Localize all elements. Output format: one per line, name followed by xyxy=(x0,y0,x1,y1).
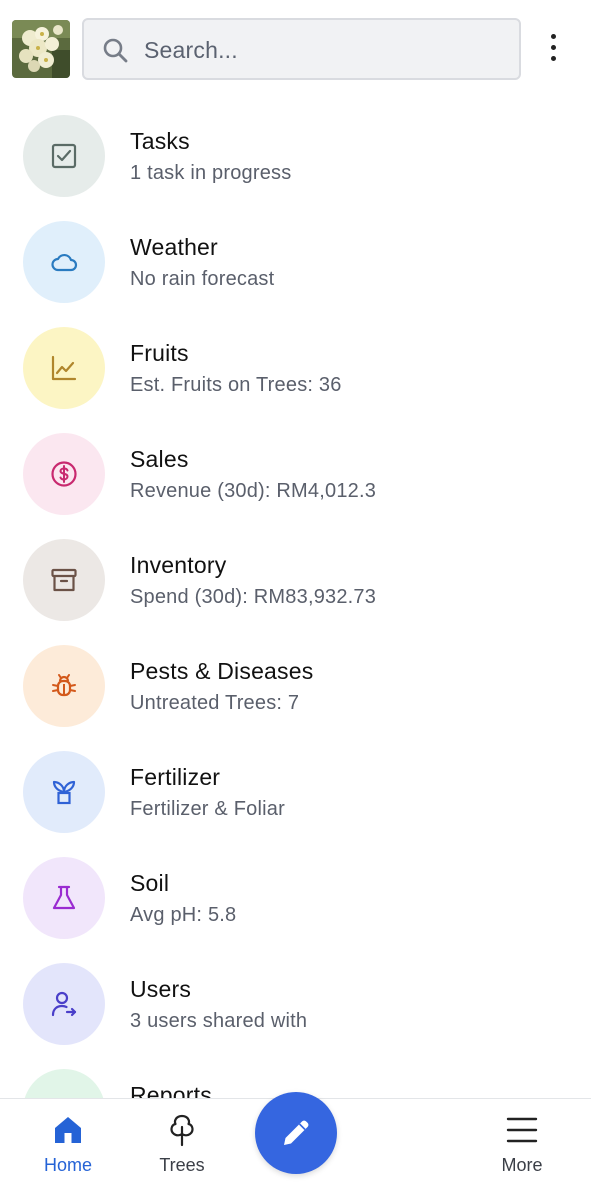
tree-icon xyxy=(170,1114,194,1147)
nav-trees[interactable]: Trees xyxy=(132,1099,232,1200)
inventory-icon-circle xyxy=(23,539,105,621)
weather-icon-circle xyxy=(23,221,105,303)
item-title: Fruits xyxy=(130,340,189,366)
item-subtitle: Fertilizer & Foliar xyxy=(130,798,285,820)
more-options-icon[interactable] xyxy=(540,34,566,66)
dollar-circle-icon xyxy=(51,461,77,487)
list-item-soil[interactable]: Soil Avg pH: 5.8 xyxy=(0,846,591,952)
item-title: Fertilizer xyxy=(130,764,221,790)
item-title: Weather xyxy=(130,234,218,260)
hamburger-menu-icon xyxy=(506,1117,538,1143)
item-subtitle: Avg pH: 5.8 xyxy=(130,904,237,926)
nav-home-label: Home xyxy=(43,1155,92,1175)
list-item-fruits[interactable]: Fruits Est. Fruits on Trees: 36 xyxy=(0,316,591,422)
item-title: Inventory xyxy=(130,552,227,578)
search-icon xyxy=(103,38,128,63)
list-item-fertilizer[interactable]: Fertilizer Fertilizer & Foliar xyxy=(0,740,591,846)
flower-photo-icon xyxy=(12,20,70,78)
nav-more-label: More xyxy=(501,1155,543,1175)
user-share-icon xyxy=(51,991,77,1017)
list-item-inventory[interactable]: Inventory Spend (30d): RM83,932.73 xyxy=(0,528,591,634)
item-title: Users xyxy=(130,976,192,1002)
avatar[interactable] xyxy=(12,20,70,78)
home-icon xyxy=(55,1117,81,1143)
pests-icon-circle xyxy=(23,645,105,727)
item-subtitle: Spend (30d): RM83,932.73 xyxy=(130,586,377,608)
nav-trees-label: Trees xyxy=(159,1155,205,1175)
users-icon-circle xyxy=(23,963,105,1045)
item-subtitle: Untreated Trees: 7 xyxy=(130,692,300,714)
item-subtitle: No rain forecast xyxy=(130,268,275,290)
item-subtitle: 3 users shared with xyxy=(130,1010,308,1032)
list-item-pests-diseases[interactable]: Pests & Diseases Untreated Trees: 7 xyxy=(0,634,591,740)
fruits-icon-circle xyxy=(23,327,105,409)
list-item-sales[interactable]: Sales Revenue (30d): RM4,012.3 xyxy=(0,422,591,528)
item-title: Soil xyxy=(130,870,170,896)
plant-pot-icon xyxy=(52,780,76,805)
checkbox-icon xyxy=(51,143,77,169)
search-input[interactable]: Search... xyxy=(82,18,521,80)
flask-icon xyxy=(52,885,76,910)
item-title: Sales xyxy=(130,446,189,472)
bug-icon xyxy=(52,674,76,697)
list-item-weather[interactable]: Weather No rain forecast xyxy=(0,210,591,316)
chart-line-icon xyxy=(51,355,77,381)
item-subtitle: Est. Fruits on Trees: 36 xyxy=(130,374,342,396)
item-title: Tasks xyxy=(130,128,190,154)
tasks-icon-circle xyxy=(23,115,105,197)
search-placeholder: Search... xyxy=(144,37,238,63)
list-item-users[interactable]: Users 3 users shared with xyxy=(0,952,591,1058)
dashboard-list: Tasks 1 task in progress Weather No rain… xyxy=(0,104,591,1098)
sales-icon-circle xyxy=(23,433,105,515)
item-title: Pests & Diseases xyxy=(130,658,314,684)
item-subtitle: Revenue (30d): RM4,012.3 xyxy=(130,480,377,502)
reports-icon-circle xyxy=(23,1069,105,1098)
fertilizer-icon-circle xyxy=(23,751,105,833)
item-subtitle: 1 task in progress xyxy=(130,162,292,184)
archive-box-icon xyxy=(51,568,77,592)
cloud-icon xyxy=(51,253,78,272)
nav-home[interactable]: Home xyxy=(18,1099,118,1200)
edit-fab-button[interactable] xyxy=(255,1092,337,1174)
soil-icon-circle xyxy=(23,857,105,939)
list-item-tasks[interactable]: Tasks 1 task in progress xyxy=(0,104,591,210)
item-title: Reports xyxy=(130,1082,212,1098)
header: Search... xyxy=(0,0,591,100)
pencil-icon xyxy=(284,1120,309,1145)
nav-more[interactable]: More xyxy=(472,1099,572,1200)
